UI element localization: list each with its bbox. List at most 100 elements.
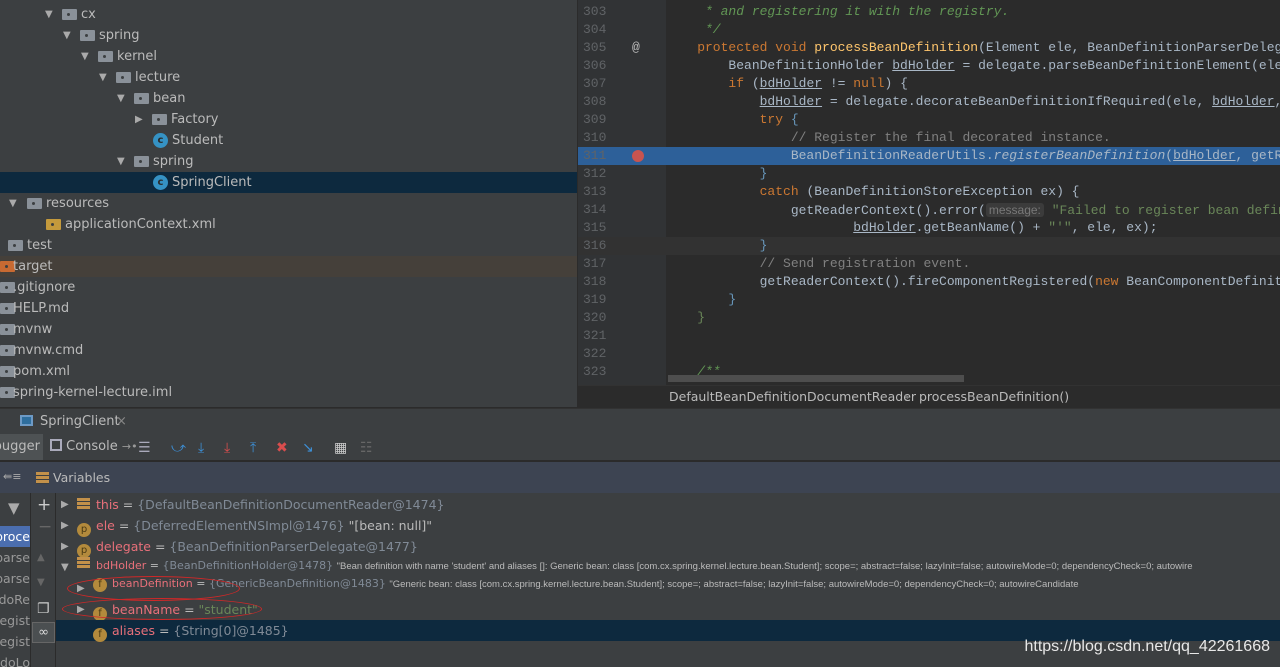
code-line[interactable]: 308 bdHolder = delegate.decorateBeanDefi…: [578, 93, 1280, 111]
expand-arrow-icon[interactable]: ▼: [63, 25, 71, 46]
tree-item[interactable]: c Student: [0, 130, 577, 151]
code-line[interactable]: 319 }: [578, 291, 1280, 309]
code-token: {: [790, 112, 799, 127]
stack-frame[interactable]: parse: [0, 547, 30, 568]
horizontal-scrollbar[interactable]: [668, 375, 964, 382]
remove-watch-icon[interactable]: −: [38, 517, 52, 537]
xml-file-icon: [46, 219, 61, 230]
code-line[interactable]: 304 */: [578, 21, 1280, 39]
code-token: processBeanDefinition: [814, 40, 979, 55]
tree-item[interactable]: spring-kernel-lecture.iml: [0, 382, 577, 403]
show-execution-point-icon[interactable]: ⤻: [171, 440, 186, 456]
tree-item[interactable]: mvnw: [0, 319, 577, 340]
tree-item[interactable]: mvnw.cmd: [0, 340, 577, 361]
code-line[interactable]: 310 // Register the final decorated inst…: [578, 129, 1280, 147]
tree-item-label: HELP.md: [13, 301, 70, 316]
tree-item[interactable]: applicationContext.xml: [0, 214, 577, 235]
code-editor[interactable]: 303 * and registering it with the regist…: [578, 0, 1280, 385]
variable-row[interactable]: ▶ this = {DefaultBeanDefinitionDocumentRe…: [56, 494, 1280, 515]
package-folder-icon: [116, 72, 131, 83]
variable-row[interactable]: ▶ p ele = {DeferredElementNSImpl@1476} "[b…: [56, 515, 1280, 537]
frames-icon[interactable]: ☰: [138, 440, 151, 456]
expand-arrow-icon[interactable]: ▼: [99, 67, 107, 88]
code-line[interactable]: 311 BeanDefinitionReaderUtils.registerBe…: [578, 147, 1280, 165]
copy-icon[interactable]: ❐: [37, 601, 50, 617]
code-line[interactable]: 314 getReaderContext().error(message: "F…: [578, 201, 1280, 219]
step-over-icon[interactable]: ⤓: [198, 440, 204, 456]
code-line[interactable]: 307 if (bdHolder != null) {: [578, 75, 1280, 93]
collapse-arrow-icon[interactable]: ▼: [61, 557, 69, 578]
stack-frame[interactable]: doRe: [0, 589, 30, 610]
breadcrumb-class[interactable]: DefaultBeanDefinitionDocumentReader: [669, 386, 916, 408]
trace-icon[interactable]: ☷: [360, 440, 373, 456]
tab-debugger[interactable]: Debugger: [0, 434, 43, 460]
tree-item[interactable]: HELP.md: [0, 298, 577, 319]
code-line[interactable]: 317 // Send registration event.: [578, 255, 1280, 273]
expand-arrow-icon[interactable]: ▼: [9, 193, 17, 214]
frames-panel: ▼ proceparseparsedoReregistregistdoLo: [0, 493, 30, 667]
override-marker-icon[interactable]: @: [632, 39, 640, 57]
code-line[interactable]: 306 BeanDefinitionHolder bdHolder = dele…: [578, 57, 1280, 75]
tree-item[interactable]: target: [0, 256, 577, 277]
tree-item[interactable]: pom.xml: [0, 361, 577, 382]
tree-item[interactable]: ▼ spring: [0, 151, 577, 172]
tree-item[interactable]: .gitignore: [0, 277, 577, 298]
code-line[interactable]: 313 catch (BeanDefinitionStoreException …: [578, 183, 1280, 201]
step-into-icon[interactable]: ⤓: [224, 440, 230, 456]
filter-icon[interactable]: ▼: [8, 499, 20, 517]
code-line[interactable]: 303 * and registering it with the regist…: [578, 3, 1280, 21]
tree-item[interactable]: ▼ bean: [0, 88, 577, 109]
code-line[interactable]: 316 }: [578, 237, 1280, 255]
breadcrumb-method[interactable]: processBeanDefinition(): [919, 386, 1069, 408]
tree-item[interactable]: ▼ spring: [0, 25, 577, 46]
add-watch-icon[interactable]: +: [37, 495, 51, 515]
variable-name: aliases: [112, 623, 155, 638]
code-line[interactable]: 312 }: [578, 165, 1280, 183]
tree-item[interactable]: ▼ resources: [0, 193, 577, 214]
code-line[interactable]: 322: [578, 345, 1280, 363]
code-line[interactable]: 309 try {: [578, 111, 1280, 129]
close-icon[interactable]: ×: [116, 409, 127, 434]
tree-item[interactable]: ▼ cx: [0, 4, 577, 25]
variable-row[interactable]: ▼ bdHolder = {BeanDefinitionHolder@1478} …: [56, 557, 1280, 578]
tree-item[interactable]: ▼ kernel: [0, 46, 577, 67]
tab-springclient[interactable]: SpringClient ×: [14, 409, 132, 434]
expand-arrow-icon[interactable]: ▼: [117, 151, 125, 172]
stack-frame[interactable]: regist: [0, 610, 30, 631]
stack-frame[interactable]: parse: [0, 568, 30, 589]
expand-arrow-icon[interactable]: ▶: [61, 494, 69, 515]
move-up-icon[interactable]: ▲: [37, 552, 45, 563]
stack-frame[interactable]: doLo: [0, 652, 30, 667]
code-token: BeanDefinitionHolder: [666, 58, 893, 73]
tab-console[interactable]: Console →•: [50, 434, 138, 460]
tree-item-label: SpringClient: [172, 175, 252, 190]
expand-arrow-icon[interactable]: ▶: [61, 515, 69, 536]
stack-frame[interactable]: regist: [0, 631, 30, 652]
move-down-icon[interactable]: ▼: [37, 577, 45, 588]
watches-toggle-icon[interactable]: ∞: [32, 622, 55, 643]
tree-item[interactable]: ▼ lecture: [0, 67, 577, 88]
tree-item[interactable]: c SpringClient: [0, 172, 577, 193]
expand-arrow-icon[interactable]: ▼: [81, 46, 89, 67]
tree-item[interactable]: test: [0, 235, 577, 256]
restore-layout-icon[interactable]: ⇚≡: [3, 470, 21, 483]
collapse-arrow-icon[interactable]: ▶: [135, 109, 143, 130]
tree-item-label: spring: [153, 154, 194, 169]
code-line[interactable]: 318 getReaderContext().fireComponentRegi…: [578, 273, 1280, 291]
code-line[interactable]: 320 }: [578, 309, 1280, 327]
expand-arrow-icon[interactable]: ▼: [45, 4, 53, 25]
drop-frame-icon[interactable]: ✖: [276, 440, 288, 456]
stack-frame[interactable]: proce: [0, 526, 30, 547]
field-icon: f: [93, 628, 107, 642]
tree-item[interactable]: ▶ Factory: [0, 109, 577, 130]
expand-arrow-icon[interactable]: ▶: [61, 536, 69, 557]
variable-row[interactable]: ▶ p delegate = {BeanDefinitionParserDelega…: [56, 536, 1280, 558]
run-to-cursor-icon[interactable]: ↘: [302, 440, 314, 456]
evaluate-expression-icon[interactable]: ▦: [334, 440, 347, 456]
step-out-icon[interactable]: ⤒: [250, 440, 256, 456]
expand-arrow-icon[interactable]: ▼: [117, 88, 125, 109]
code-line[interactable]: 315 bdHolder.getBeanName() + "'", ele, e…: [578, 219, 1280, 237]
code-line[interactable]: 321: [578, 327, 1280, 345]
code-line[interactable]: 305 @ protected void processBeanDefinitio…: [578, 39, 1280, 57]
breakpoint-icon[interactable]: [632, 150, 644, 162]
